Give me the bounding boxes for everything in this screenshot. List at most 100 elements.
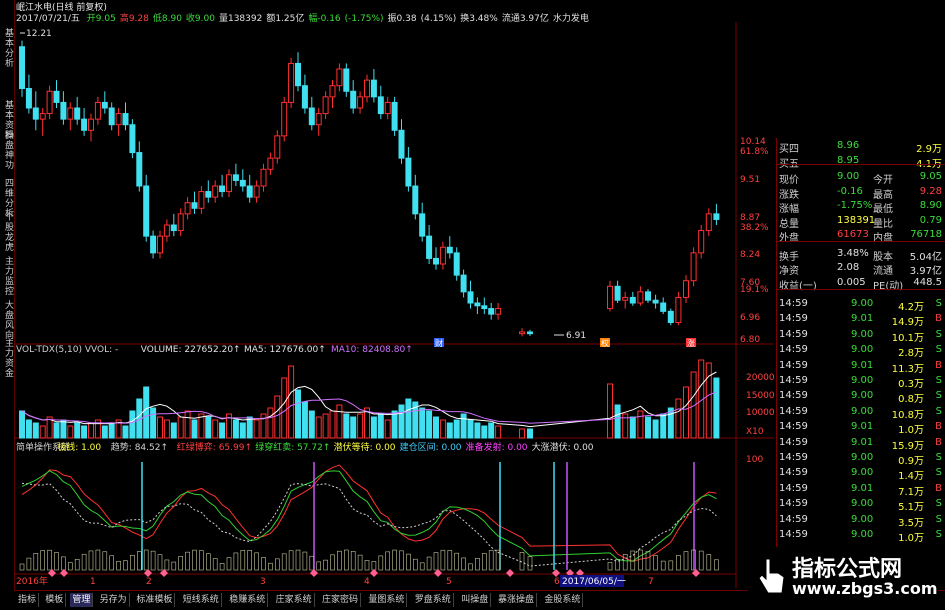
tab-7[interactable]: 庄家系统 [274, 593, 315, 607]
tab-13[interactable]: 金股系统 [542, 593, 584, 607]
indicator-histogram-bar [706, 554, 712, 571]
tab-8[interactable]: 庄家密码 [320, 593, 362, 607]
volume-bar [143, 386, 150, 439]
tab-12[interactable]: 暴涨操盘 [496, 593, 538, 607]
candle-body [433, 257, 439, 265]
indicator-histogram-bar [116, 560, 121, 571]
tick-time: 14:59 [779, 313, 808, 325]
quote-row: 现价 9.00 今开 9.05 [777, 171, 945, 186]
volume-bar [308, 410, 315, 439]
candle-body [101, 101, 108, 109]
candle-body [267, 157, 274, 170]
sidebar-item[interactable]: 操盘神功 [1, 130, 13, 170]
tick-row: 14:59 9.01 1.0万 B [777, 421, 945, 436]
candle-body [53, 90, 60, 103]
volume-bar [322, 413, 329, 439]
indicator-header-label: 趋势: 84.52↑ [111, 441, 168, 453]
indicator-histogram-bar [622, 554, 628, 571]
candle-body [481, 305, 488, 310]
candle-body [675, 296, 682, 323]
tab-2[interactable]: 管理 [70, 593, 94, 607]
quote-value-right: 5.04亿 [909, 251, 942, 263]
quote-value-right: 9.28 [919, 185, 942, 197]
quote-value: 0.005 [837, 276, 866, 288]
indicator-header-label: 红绿博弈: 65.99↑ [177, 441, 252, 453]
tab-3[interactable]: 另存为 [98, 593, 130, 607]
quote-label: 现价 [779, 175, 799, 186]
candle-body [32, 107, 39, 120]
candle-body [690, 252, 697, 282]
tick-row: 14:59 9.00 1.4万 S [777, 467, 945, 482]
quote-row: 收益(一) 0.005 PE(动) 448.5 [777, 276, 945, 292]
tab-1[interactable]: 模板 [43, 593, 67, 607]
candle-body [488, 308, 495, 315]
tick-row: 14:59 9.01 15.9万 B [777, 436, 945, 452]
quote-value: 2.08 [837, 262, 860, 273]
volume-bar [163, 419, 170, 439]
volume-bar [453, 419, 460, 439]
sidebar-item[interactable]: 基本分析 [1, 28, 13, 68]
tick-volume: 11.3万 [891, 363, 924, 375]
volume-bar [19, 410, 25, 439]
indicator-histogram-bar [123, 560, 128, 571]
indicator-histogram-bar [81, 553, 87, 571]
candle-body [637, 291, 644, 304]
tab-11[interactable]: 叫操盘 [459, 593, 492, 607]
price-axis-label: 8.24 [740, 250, 760, 260]
low-price-label: 6.91 [566, 331, 586, 341]
indicator-histogram-bar [67, 562, 73, 571]
quote-value: 8.96 [837, 140, 860, 151]
volume-bar [398, 404, 405, 439]
quote-separator [777, 241, 945, 242]
tab-0[interactable]: 指标 [16, 593, 40, 607]
candle-body [384, 101, 391, 115]
tick-time: 14:59 [779, 328, 808, 340]
indicator-histogram-bar [254, 552, 259, 571]
sidebar-item[interactable]: 主力资金 [1, 338, 13, 378]
sidebar-item[interactable]: 大盘风向 [1, 300, 13, 340]
tick-volume: 0.3万 [898, 379, 924, 390]
candle-body [357, 96, 364, 109]
indicator-histogram-bar [683, 551, 689, 571]
quote-value-right: 8.90 [919, 200, 942, 211]
volume-bar [705, 362, 712, 439]
volume-bar [25, 419, 32, 439]
tick-price: 9.00 [851, 344, 874, 356]
candle-body [67, 107, 74, 120]
tick-side: S [935, 498, 942, 510]
tab-4[interactable]: 标准模板 [134, 593, 176, 607]
volume-bar [232, 419, 239, 439]
candle-body [350, 90, 357, 109]
indicator-histogram-bar [475, 557, 480, 571]
price-axis-label: 9.51 [740, 175, 760, 185]
sidebar-item[interactable]: 主力监控 [1, 256, 13, 296]
quote-panel: 买四 8.96 2.9万 买五 8.95 4.1万 现价 9.00 今开 9.05 涨跌 -0.16 最… [776, 138, 945, 590]
tab-10[interactable]: 罗盘系统 [413, 593, 454, 607]
candle-body [129, 124, 136, 154]
volume-axis-label: 20000 [746, 373, 774, 383]
volume-axis-label: 10000 [746, 408, 774, 418]
tab-6[interactable]: 稳赚系统 [227, 593, 269, 607]
candle-body [60, 101, 67, 120]
indicator-histogram-bar [212, 558, 218, 571]
candle-body [322, 96, 329, 115]
candle-body [122, 113, 129, 126]
candle-body [391, 101, 398, 131]
quote-value-right: 2.9万 [916, 144, 942, 155]
candle-body [370, 79, 377, 98]
tick-side: B [935, 436, 942, 448]
indicator-histogram-bar [19, 563, 25, 571]
volume-bar [150, 407, 157, 439]
sidebar-item[interactable]: 个股龙虎 [1, 212, 13, 252]
candle-body [39, 113, 46, 120]
date-axis-label: 2016年 [16, 575, 48, 587]
tick-time: 14:59 [779, 359, 808, 371]
indicator-histogram-bar [150, 550, 156, 571]
tab-5[interactable]: 短线系统 [181, 593, 222, 607]
date-axis-label: 2 [146, 577, 152, 587]
tab-9[interactable]: 量图系统 [366, 593, 408, 607]
candle-body [412, 185, 419, 215]
indicator-histogram-bar [274, 558, 280, 571]
chart-area[interactable]: 12.21 6.91 财 权 涨 10.1461.8% 9.51 8.8738.2% 8.24 7… [14, 22, 774, 588]
candle-body [288, 62, 295, 103]
